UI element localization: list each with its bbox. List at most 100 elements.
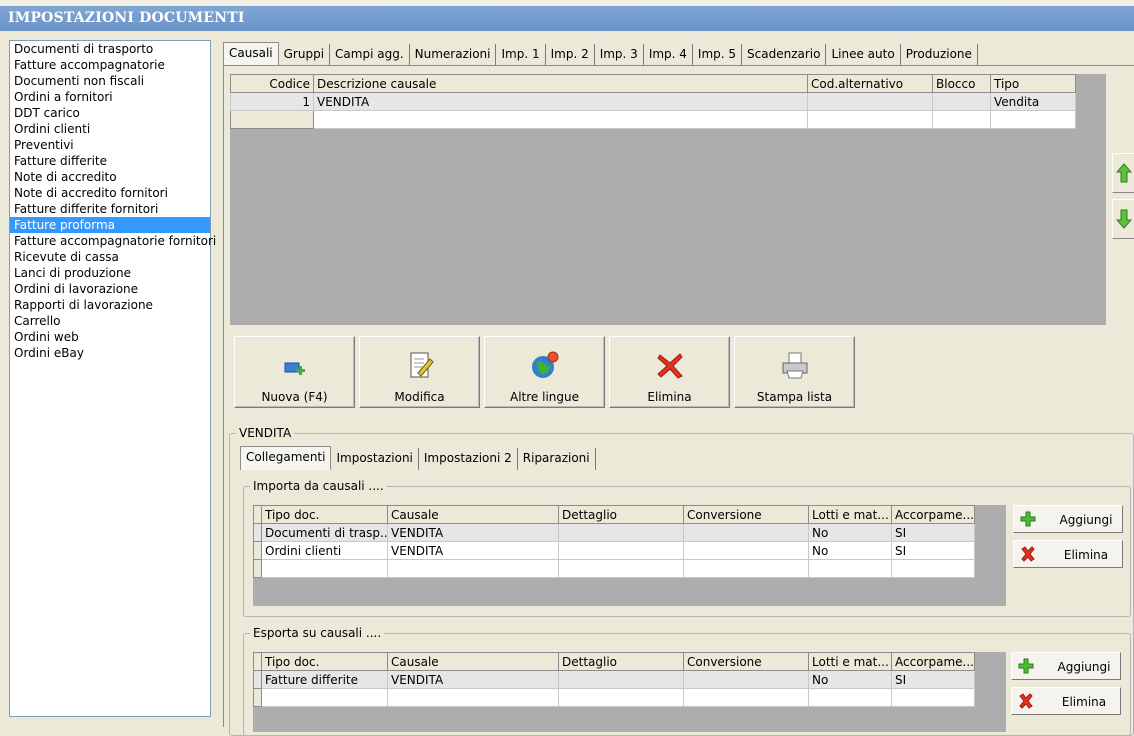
tab-imp-2[interactable]: Imp. 2 — [545, 44, 595, 66]
doc-type-item[interactable]: Documenti di trasporto — [10, 41, 210, 57]
doc-type-item[interactable]: Fatture accompagnatorie fornitori — [10, 233, 216, 249]
column-header[interactable]: Dettaglio — [558, 505, 684, 524]
edit-button[interactable]: Modifica — [359, 336, 480, 408]
doc-type-item[interactable]: Ordini clienti — [10, 121, 210, 137]
table-cell — [683, 688, 809, 707]
tab-campi-agg[interactable]: Campi agg. — [330, 44, 410, 66]
table-cell — [683, 670, 809, 689]
column-header[interactable]: Tipo doc. — [261, 652, 388, 671]
tab-imp-5[interactable]: Imp. 5 — [692, 44, 743, 66]
import-delete-button[interactable]: Elimina — [1013, 540, 1123, 568]
doc-type-item[interactable]: Rapporti di lavorazione — [10, 297, 210, 313]
table-cell: VENDITA — [387, 670, 559, 689]
move-down-button[interactable] — [1112, 199, 1134, 239]
export-grid[interactable]: Tipo doc. Causale Dettaglio Conversione Lott… — [253, 652, 975, 707]
column-header[interactable]: Accorpame... — [891, 505, 975, 524]
row-indicator — [253, 670, 262, 689]
doc-type-item[interactable]: Fatture differite — [10, 153, 210, 169]
table-row-empty[interactable] — [253, 688, 975, 707]
column-header[interactable]: Lotti e mat... — [808, 652, 892, 671]
doc-type-item[interactable]: DDT carico — [10, 105, 210, 121]
printer-icon — [782, 352, 807, 379]
tab-imp-4[interactable]: Imp. 4 — [643, 44, 693, 66]
delete-x-icon — [1019, 693, 1033, 709]
doc-type-item[interactable]: Fatture accompagnatorie — [10, 57, 210, 73]
table-cell: SI — [891, 541, 975, 560]
arrow-down-icon — [1116, 209, 1132, 229]
tab-scadenzario[interactable]: Scadenzario — [742, 44, 827, 66]
column-header[interactable]: Lotti e mat... — [808, 505, 892, 524]
doc-type-item[interactable]: Ordini eBay — [10, 345, 210, 361]
table-row-empty[interactable] — [230, 110, 1076, 129]
detail-tab-riparazioni[interactable]: Riparazioni — [517, 448, 596, 470]
column-header[interactable]: Descrizione causale — [313, 74, 808, 93]
table-row[interactable]: Documenti di trasp... VENDITA No SI — [253, 523, 975, 542]
print-list-button[interactable]: Stampa lista — [734, 336, 855, 408]
table-cell: VENDITA — [313, 92, 808, 111]
doc-type-item[interactable]: Preventivi — [10, 137, 210, 153]
table-cell: No — [808, 670, 892, 689]
doc-type-item[interactable]: Documenti non fiscali — [10, 73, 210, 89]
tab-gruppi[interactable]: Gruppi — [278, 44, 331, 66]
doc-type-item[interactable]: Ordini a fornitori — [10, 89, 210, 105]
table-cell — [313, 110, 808, 129]
column-header[interactable]: Tipo doc. — [261, 505, 388, 524]
table-row[interactable]: Ordini clienti VENDITA No SI — [253, 541, 975, 560]
column-header[interactable]: Causale — [387, 505, 559, 524]
import-grid[interactable]: Tipo doc. Causale Dettaglio Conversione Lott… — [253, 505, 975, 578]
column-header[interactable]: Codice — [230, 74, 314, 93]
move-up-button[interactable] — [1112, 153, 1134, 193]
import-add-button[interactable]: Aggiungi — [1013, 505, 1123, 533]
column-header[interactable]: Blocco — [932, 74, 991, 93]
doc-type-item[interactable]: Fatture differite fornitori — [10, 201, 210, 217]
table-row[interactable]: Fatture differite VENDITA No SI — [253, 670, 975, 689]
causali-grid[interactable]: Codice Descrizione causale Cod.alternativo… — [230, 74, 1076, 129]
table-cell — [230, 110, 314, 129]
column-header[interactable]: Causale — [387, 652, 559, 671]
other-languages-button[interactable]: Altre lingue — [484, 336, 605, 408]
doc-type-item[interactable]: Lanci di produzione — [10, 265, 210, 281]
edit-button-label: Modifica — [394, 390, 445, 404]
detail-tab-impostazioni-2[interactable]: Impostazioni 2 — [418, 448, 518, 470]
table-cell — [261, 688, 388, 707]
detail-tabs: Collegamenti Impostazioni Impostazioni 2 Ri… — [240, 446, 596, 470]
export-delete-button[interactable]: Elimina — [1011, 687, 1121, 715]
doc-type-item[interactable]: Ordini web — [10, 329, 210, 345]
table-row-empty[interactable] — [253, 559, 975, 578]
column-header[interactable]: Accorpame... — [891, 652, 975, 671]
delete-x-icon — [656, 353, 683, 379]
row-indicator — [253, 559, 262, 578]
detail-tab-collegamenti[interactable]: Collegamenti — [240, 446, 332, 470]
tab-causali[interactable]: Causali — [223, 42, 279, 66]
document-type-list[interactable]: Documenti di trasporto Fatture accompagna… — [9, 40, 216, 717]
tab-linee-auto[interactable]: Linee auto — [826, 44, 901, 66]
column-header[interactable]: Tipo — [990, 74, 1076, 93]
doc-type-item[interactable]: Note di accredito — [10, 169, 210, 185]
column-header[interactable]: Conversione — [683, 652, 809, 671]
table-cell: Fatture differite — [261, 670, 388, 689]
tab-produzione[interactable]: Produzione — [900, 44, 978, 66]
doc-type-item[interactable]: Fatture proforma — [10, 217, 210, 233]
table-cell — [558, 670, 684, 689]
table-row[interactable]: 1 VENDITA Vendita — [230, 92, 1076, 111]
table-cell: Vendita — [990, 92, 1076, 111]
other-languages-label: Altre lingue — [510, 390, 579, 404]
doc-type-item[interactable]: Note di accredito fornitori — [10, 185, 210, 201]
table-cell — [683, 559, 809, 578]
table-cell — [558, 688, 684, 707]
tab-imp-3[interactable]: Imp. 3 — [594, 44, 644, 66]
column-header[interactable]: Dettaglio — [558, 652, 684, 671]
table-cell — [807, 92, 933, 111]
export-add-button[interactable]: Aggiungi — [1011, 652, 1121, 680]
column-header[interactable]: Conversione — [683, 505, 809, 524]
arrow-up-icon — [1116, 163, 1132, 183]
doc-type-item[interactable]: Ordini di lavorazione — [10, 281, 210, 297]
new-button[interactable]: Nuova (F4) — [234, 336, 355, 408]
doc-type-item[interactable]: Carrello — [10, 313, 210, 329]
doc-type-item[interactable]: Ricevute di cassa — [10, 249, 210, 265]
tab-imp-1[interactable]: Imp. 1 — [496, 44, 546, 66]
delete-button[interactable]: Elimina — [609, 336, 730, 408]
column-header[interactable]: Cod.alternativo — [807, 74, 933, 93]
detail-tab-impostazioni[interactable]: Impostazioni — [331, 448, 419, 470]
tab-numerazioni[interactable]: Numerazioni — [409, 44, 497, 66]
